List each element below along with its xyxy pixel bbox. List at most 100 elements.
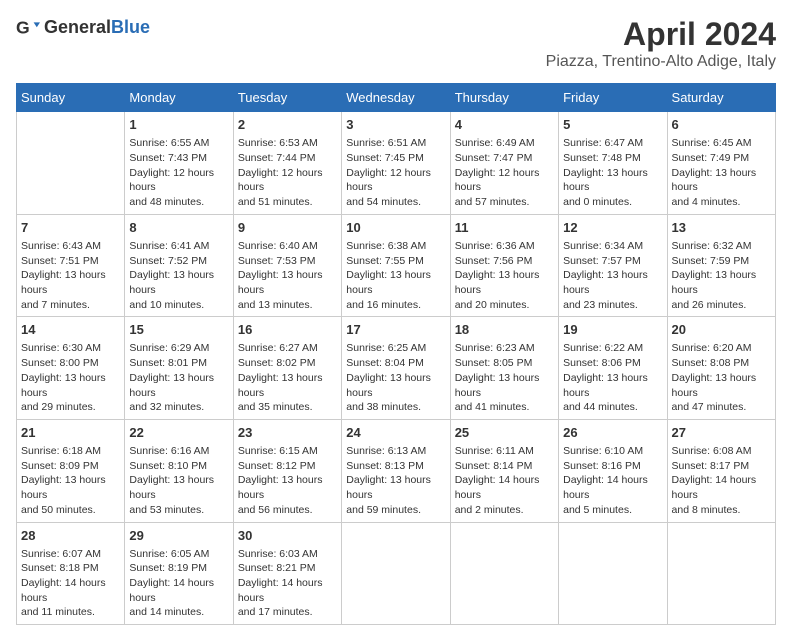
day-info: Sunrise: 6:34 AMSunset: 7:57 PMDaylight:… bbox=[563, 239, 662, 312]
day-number: 1 bbox=[129, 116, 228, 134]
calendar-cell: 16Sunrise: 6:27 AMSunset: 8:02 PMDayligh… bbox=[233, 317, 341, 420]
day-info: Sunrise: 6:23 AMSunset: 8:05 PMDaylight:… bbox=[455, 341, 554, 414]
calendar-cell: 9Sunrise: 6:40 AMSunset: 7:53 PMDaylight… bbox=[233, 214, 341, 317]
day-info: Sunrise: 6:36 AMSunset: 7:56 PMDaylight:… bbox=[455, 239, 554, 312]
day-number: 8 bbox=[129, 219, 228, 237]
calendar-cell: 6Sunrise: 6:45 AMSunset: 7:49 PMDaylight… bbox=[667, 112, 775, 215]
logo-icon: G bbox=[16, 16, 40, 40]
calendar-cell: 18 Sunrise: 6:23 AMSunset: 8:05 PMDayligh… bbox=[450, 317, 558, 420]
calendar-header-thursday: Thursday bbox=[450, 84, 558, 112]
day-number: 27 bbox=[672, 424, 771, 442]
day-number: 10 bbox=[346, 219, 445, 237]
calendar-cell bbox=[450, 522, 558, 625]
calendar-cell: 22 Sunrise: 6:16 AMSunset: 8:10 PMDayligh… bbox=[125, 419, 233, 522]
calendar-cell bbox=[17, 112, 125, 215]
month-title: April 2024 bbox=[546, 16, 776, 53]
day-number: 14 bbox=[21, 321, 120, 339]
calendar-cell: 23 Sunrise: 6:15 AMSunset: 8:12 PMDayligh… bbox=[233, 419, 341, 522]
day-info: Sunrise: 6:20 AMSunset: 8:08 PMDaylight:… bbox=[672, 341, 771, 414]
day-info: Sunrise: 6:10 AMSunset: 8:16 PMDaylight:… bbox=[563, 444, 662, 517]
calendar-cell: 12Sunrise: 6:34 AMSunset: 7:57 PMDayligh… bbox=[559, 214, 667, 317]
location-title: Piazza, Trentino-Alto Adige, Italy bbox=[546, 53, 776, 71]
calendar-cell: 11 Sunrise: 6:36 AMSunset: 7:56 PMDayligh… bbox=[450, 214, 558, 317]
calendar-header-wednesday: Wednesday bbox=[342, 84, 450, 112]
calendar-cell: 8 Sunrise: 6:41 AMSunset: 7:52 PMDaylight… bbox=[125, 214, 233, 317]
day-number: 11 bbox=[455, 219, 554, 237]
day-number: 24 bbox=[346, 424, 445, 442]
day-info: Sunrise: 6:07 AMSunset: 8:18 PMDaylight:… bbox=[21, 547, 120, 620]
day-number: 5 bbox=[563, 116, 662, 134]
day-number: 25 bbox=[455, 424, 554, 442]
day-number: 17 bbox=[346, 321, 445, 339]
day-number: 28 bbox=[21, 527, 120, 545]
day-info: Sunrise: 6:55 AMSunset: 7:43 PMDaylight:… bbox=[129, 136, 228, 209]
title-area: April 2024 Piazza, Trentino-Alto Adige, … bbox=[546, 16, 776, 71]
calendar-cell: 7 Sunrise: 6:43 AMSunset: 7:51 PMDaylight… bbox=[17, 214, 125, 317]
day-info: Sunrise: 6:41 AMSunset: 7:52 PMDaylight:… bbox=[129, 239, 228, 312]
calendar-header-monday: Monday bbox=[125, 84, 233, 112]
day-info: Sunrise: 6:47 AMSunset: 7:48 PMDaylight:… bbox=[563, 136, 662, 209]
calendar-cell bbox=[667, 522, 775, 625]
calendar: SundayMondayTuesdayWednesdayThursdayFrid… bbox=[16, 83, 776, 625]
calendar-week-row: 7 Sunrise: 6:43 AMSunset: 7:51 PMDaylight… bbox=[17, 214, 776, 317]
calendar-cell: 28 Sunrise: 6:07 AMSunset: 8:18 PMDayligh… bbox=[17, 522, 125, 625]
day-number: 4 bbox=[455, 116, 554, 134]
day-info: Sunrise: 6:15 AMSunset: 8:12 PMDaylight:… bbox=[238, 444, 337, 517]
day-number: 30 bbox=[238, 527, 337, 545]
day-number: 13 bbox=[672, 219, 771, 237]
calendar-cell bbox=[559, 522, 667, 625]
day-info: Sunrise: 6:49 AMSunset: 7:47 PMDaylight:… bbox=[455, 136, 554, 209]
day-number: 7 bbox=[21, 219, 120, 237]
day-info: Sunrise: 6:22 AMSunset: 8:06 PMDaylight:… bbox=[563, 341, 662, 414]
day-info: Sunrise: 6:18 AMSunset: 8:09 PMDaylight:… bbox=[21, 444, 120, 517]
day-info: Sunrise: 6:16 AMSunset: 8:10 PMDaylight:… bbox=[129, 444, 228, 517]
day-number: 18 bbox=[455, 321, 554, 339]
calendar-cell: 10 Sunrise: 6:38 AMSunset: 7:55 PMDayligh… bbox=[342, 214, 450, 317]
calendar-cell: 30 Sunrise: 6:03 AMSunset: 8:21 PMDayligh… bbox=[233, 522, 341, 625]
calendar-cell: 17Sunrise: 6:25 AMSunset: 8:04 PMDayligh… bbox=[342, 317, 450, 420]
day-info: Sunrise: 6:03 AMSunset: 8:21 PMDaylight:… bbox=[238, 547, 337, 620]
calendar-cell: 5 Sunrise: 6:47 AMSunset: 7:48 PMDaylight… bbox=[559, 112, 667, 215]
calendar-cell: 21 Sunrise: 6:18 AMSunset: 8:09 PMDayligh… bbox=[17, 419, 125, 522]
calendar-cell: 25 Sunrise: 6:11 AMSunset: 8:14 PMDayligh… bbox=[450, 419, 558, 522]
day-number: 20 bbox=[672, 321, 771, 339]
calendar-cell: 1 Sunrise: 6:55 AMSunset: 7:43 PMDaylight… bbox=[125, 112, 233, 215]
day-number: 6 bbox=[672, 116, 771, 134]
day-number: 2 bbox=[238, 116, 337, 134]
calendar-cell: 24Sunrise: 6:13 AMSunset: 8:13 PMDayligh… bbox=[342, 419, 450, 522]
day-number: 23 bbox=[238, 424, 337, 442]
day-info: Sunrise: 6:32 AMSunset: 7:59 PMDaylight:… bbox=[672, 239, 771, 312]
calendar-cell: 20 Sunrise: 6:20 AMSunset: 8:08 PMDayligh… bbox=[667, 317, 775, 420]
day-info: Sunrise: 6:43 AMSunset: 7:51 PMDaylight:… bbox=[21, 239, 120, 312]
day-info: Sunrise: 6:30 AMSunset: 8:00 PMDaylight:… bbox=[21, 341, 120, 414]
calendar-cell: 13 Sunrise: 6:32 AMSunset: 7:59 PMDayligh… bbox=[667, 214, 775, 317]
day-info: Sunrise: 6:05 AMSunset: 8:19 PMDaylight:… bbox=[129, 547, 228, 620]
day-info: Sunrise: 6:53 AMSunset: 7:44 PMDaylight:… bbox=[238, 136, 337, 209]
calendar-week-row: 21 Sunrise: 6:18 AMSunset: 8:09 PMDayligh… bbox=[17, 419, 776, 522]
day-number: 15 bbox=[129, 321, 228, 339]
logo: G GeneralBlue bbox=[16, 16, 150, 40]
day-info: Sunrise: 6:08 AMSunset: 8:17 PMDaylight:… bbox=[672, 444, 771, 517]
calendar-header-saturday: Saturday bbox=[667, 84, 775, 112]
calendar-cell: 29 Sunrise: 6:05 AMSunset: 8:19 PMDayligh… bbox=[125, 522, 233, 625]
day-info: Sunrise: 6:29 AMSunset: 8:01 PMDaylight:… bbox=[129, 341, 228, 414]
day-info: Sunrise: 6:38 AMSunset: 7:55 PMDaylight:… bbox=[346, 239, 445, 312]
calendar-cell: 19Sunrise: 6:22 AMSunset: 8:06 PMDayligh… bbox=[559, 317, 667, 420]
day-number: 29 bbox=[129, 527, 228, 545]
day-info: Sunrise: 6:40 AMSunset: 7:53 PMDaylight:… bbox=[238, 239, 337, 312]
calendar-header-friday: Friday bbox=[559, 84, 667, 112]
day-info: Sunrise: 6:11 AMSunset: 8:14 PMDaylight:… bbox=[455, 444, 554, 517]
calendar-header-tuesday: Tuesday bbox=[233, 84, 341, 112]
day-number: 22 bbox=[129, 424, 228, 442]
calendar-cell: 4 Sunrise: 6:49 AMSunset: 7:47 PMDaylight… bbox=[450, 112, 558, 215]
calendar-cell: 2 Sunrise: 6:53 AMSunset: 7:44 PMDaylight… bbox=[233, 112, 341, 215]
calendar-header-row: SundayMondayTuesdayWednesdayThursdayFrid… bbox=[17, 84, 776, 112]
day-number: 26 bbox=[563, 424, 662, 442]
svg-text:G: G bbox=[16, 18, 30, 38]
calendar-cell: 3Sunrise: 6:51 AMSunset: 7:45 PMDaylight… bbox=[342, 112, 450, 215]
day-info: Sunrise: 6:51 AMSunset: 7:45 PMDaylight:… bbox=[346, 136, 445, 209]
logo-general: GeneralBlue bbox=[44, 18, 150, 38]
day-number: 21 bbox=[21, 424, 120, 442]
calendar-cell bbox=[342, 522, 450, 625]
calendar-cell: 26 Sunrise: 6:10 AMSunset: 8:16 PMDayligh… bbox=[559, 419, 667, 522]
